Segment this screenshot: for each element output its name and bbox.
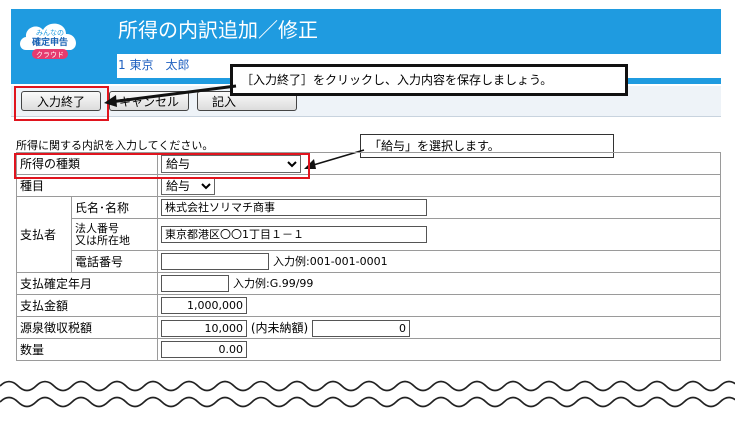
unpaid-input[interactable]: 0 (312, 319, 411, 337)
date-label: 支払確定年月 (16, 272, 158, 295)
save-callout: ［入力終了］をクリックし、入力内容を保存しましょう。 (230, 64, 628, 96)
section-label: 所得に関する内訳を入力してください。 (16, 139, 214, 152)
payer-name-input[interactable]: 株式会社ソリマチ商事 (161, 199, 427, 216)
qty-input[interactable]: 0.00 (161, 341, 247, 358)
tax-input[interactable]: 10,000 (161, 319, 247, 337)
row-phone: 電話番号 入力例:001-001-0001 (17, 250, 721, 273)
unpaid-label: (内未納額) (250, 320, 309, 335)
income-type-highlight (14, 153, 310, 179)
logo-line-2: 確定申告 (32, 36, 68, 48)
address-label: 法人番号 又は所在地 (71, 218, 158, 251)
phone-hint: 入力例:001-001-0001 (273, 255, 388, 268)
qty-label: 数量 (16, 338, 158, 361)
row-qty: 数量 0.00 (16, 338, 721, 361)
phone-input[interactable] (161, 253, 269, 270)
row-date: 支払確定年月 入力例:G.99/99 (16, 272, 721, 295)
logo-line-1: みんなの (36, 29, 64, 37)
phone-label: 電話番号 (71, 250, 158, 273)
income-detail-form: 所得の種類 給与 種目 給与 支払者 氏名･名称 株式会社ソリマチ商事 法人番号… (16, 152, 721, 361)
finish-highlight (14, 86, 109, 121)
row-payer-name: 支払者 氏名･名称 株式会社ソリマチ商事 (16, 196, 721, 273)
name-label: 氏名･名称 (71, 196, 158, 219)
torn-edge-decoration (0, 380, 735, 408)
address-label-line-1: 法人番号 (75, 221, 119, 235)
save-callout-arrow (104, 84, 237, 107)
amount-input[interactable]: 1,000,000 (161, 297, 247, 314)
logo-line-3: クラウド (36, 51, 64, 59)
row-tax: 源泉徴収税額 10,000 (内未納額) 0 (16, 316, 721, 339)
page-title: 所得の内訳追加／修正 (118, 18, 318, 42)
address-label-line-2: 又は所在地 (75, 233, 130, 247)
amount-label: 支払金額 (16, 294, 158, 317)
app-logo: みんなの 確定申告 クラウド (20, 23, 77, 59)
user-name: 1 東京 太郎 (118, 58, 190, 72)
date-input[interactable] (161, 275, 229, 292)
payer-label: 支払者 (16, 196, 72, 273)
date-hint: 入力例:G.99/99 (233, 277, 314, 290)
category-select[interactable]: 給与 (161, 176, 215, 195)
payer-address-input[interactable]: 東京都港区〇〇1丁目１－１ (161, 226, 427, 243)
row-amount: 支払金額 1,000,000 (16, 294, 721, 317)
row-payer-address: 法人番号 又は所在地 東京都港区〇〇1丁目１－１ (17, 218, 721, 251)
tax-label: 源泉徴収税額 (16, 316, 158, 339)
